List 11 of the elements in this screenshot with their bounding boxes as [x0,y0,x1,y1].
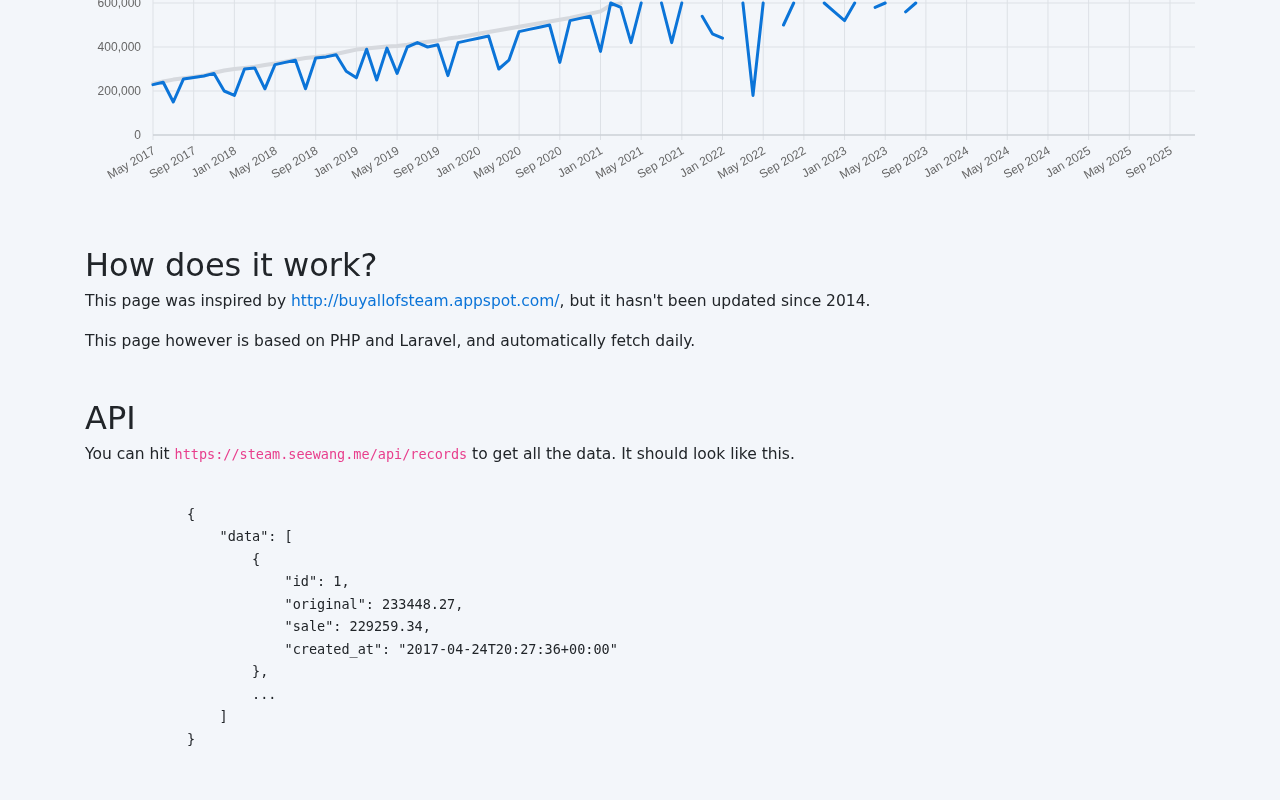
code-listing: { "data": [ { "id": 1, "original": 233448.27, "sale": 229259.34, "created_at": "2017-04-24T20:27:36+00:00" }, ... ] } [187,504,618,749]
link[interactable]: http://buyallofsteam.appspot.com/ [291,292,560,311]
section-heading: How does it work? [85,246,379,285]
paragraph: You can hit https://steam.seewang.me/api/records to get all the data. It should look like this. [85,444,796,466]
y-axis-label: 200,000 [97,84,141,98]
y-axis-label: 400,000 [97,40,141,54]
paragraph: This page was inspired by http://buyallofsteam.appspot.com/, but it hasn't been updated since 2014. [85,291,872,313]
inline-code: https://steam.seewang.me/api/records [174,446,468,463]
section-heading: API [85,398,137,438]
paragraph: This page however is based on PHP and Laravel, and automatically fetch daily. [85,330,697,352]
y-axis-label: 0 [134,128,141,142]
